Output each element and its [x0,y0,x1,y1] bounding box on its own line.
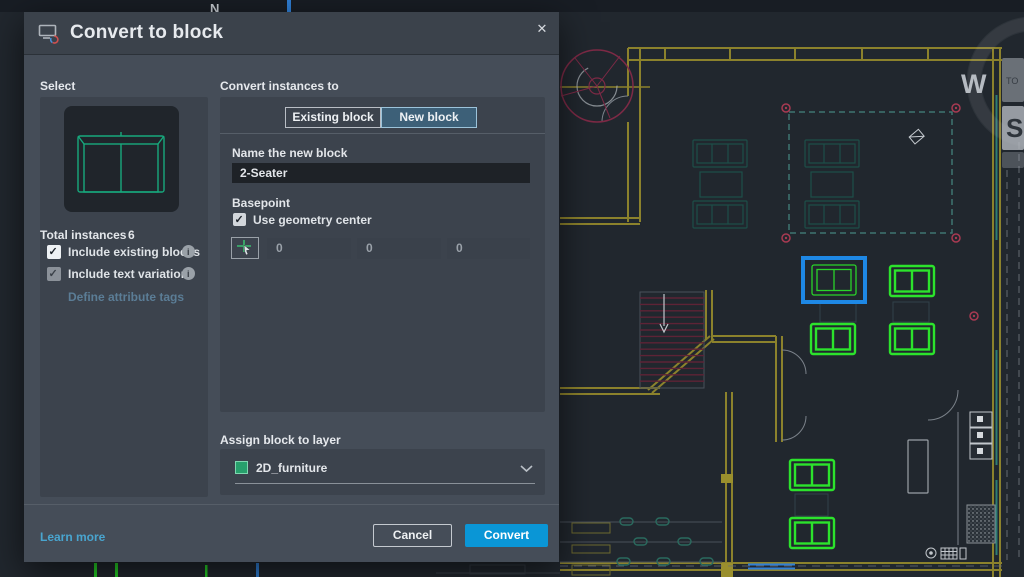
select-section-heading: Select [40,79,75,93]
pick-basepoint-button[interactable] [231,237,259,259]
convert-to-block-dialog: Convert to block ✕ Select Total instance… [24,12,559,562]
convert-section-heading: Convert instances to [220,79,339,93]
cancel-button[interactable]: Cancel [373,524,452,547]
north-needle [287,0,291,12]
compass-west-label: W [961,69,987,99]
total-instances-label: Total instances [40,228,126,242]
application-window: W TO S N Convert to blo [0,0,1024,577]
basepoint-y-field[interactable]: 0 [357,238,441,259]
use-geometry-center-checkbox[interactable] [233,213,246,226]
convert-block-icon [38,23,62,44]
viewcube-top-label: TO [1006,76,1018,86]
learn-more-link[interactable]: Learn more [40,530,105,544]
assign-layer-heading: Assign block to layer [220,433,341,447]
include-existing-label: Include existing blocks [68,245,200,259]
info-icon[interactable] [182,245,195,258]
close-icon[interactable]: ✕ [531,18,553,40]
define-attribute-tags-link[interactable]: Define attribute tags [68,290,184,304]
include-existing-checkbox[interactable] [47,245,61,259]
new-block-toggle[interactable]: New block [381,107,477,128]
basepoint-z-field[interactable]: 0 [447,238,530,259]
hatched-area [967,505,995,543]
basepoint-label: Basepoint [232,196,290,210]
existing-block-toggle[interactable]: Existing block [285,107,381,128]
dialog-titlebar: Convert to block ✕ [24,12,559,55]
chevron-down-icon[interactable] [520,465,533,473]
total-instances-value: 6 [128,228,135,242]
layer-color-swatch [235,461,248,474]
canvas-top-strip [0,0,1024,12]
basepoint-x-field[interactable]: 0 [267,238,351,259]
info-icon[interactable] [182,267,195,280]
dialog-title: Convert to block [70,22,223,44]
layer-select-underline [235,483,535,484]
include-text-variations-label: Include text variations [68,267,195,281]
convert-button[interactable]: Convert [465,524,548,547]
block-preview-tile [64,106,179,212]
use-geometry-center-label: Use geometry center [253,213,372,227]
block-preview-sofa [64,106,179,212]
compass-south-label: S [1006,113,1023,143]
name-block-label: Name the new block [232,146,347,160]
block-name-input[interactable] [232,163,530,183]
crosshair-pick-icon [235,238,255,256]
include-text-variations-checkbox[interactable] [47,267,61,281]
layer-select-value[interactable]: 2D_furniture [256,461,327,475]
